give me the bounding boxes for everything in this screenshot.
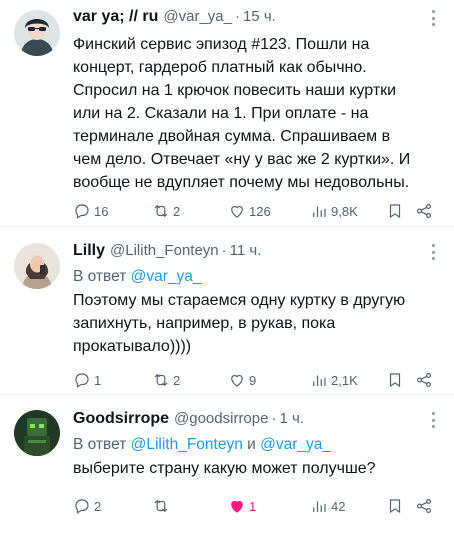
tweet-reply-lilly[interactable]: Lilly @Lilith_Fonteyn · 11 ч. В ответ @v… <box>0 226 454 394</box>
text-line: Поэтому мы стараемся одну куртку в другу… <box>73 292 406 309</box>
like-button[interactable]: 1 <box>228 496 256 516</box>
timestamp[interactable]: 15 ч. <box>243 8 276 25</box>
bookmark-button[interactable] <box>386 201 404 221</box>
author-handle[interactable]: @Lilith_Fonteyn <box>110 242 219 259</box>
text-line: Финский сервис эпизод #123. Пошли на <box>73 36 370 53</box>
reply-prefix: В ответ <box>73 436 127 453</box>
retweet-icon <box>154 373 168 387</box>
timestamp[interactable]: 1 ч. <box>279 410 304 427</box>
retweet-count: 2 <box>173 372 181 388</box>
reply-icon <box>75 204 89 219</box>
action-bar: 2 1 42 <box>73 496 439 516</box>
views-button[interactable]: 42 <box>310 496 345 516</box>
mention-link[interactable]: @var_ya_ <box>260 436 331 453</box>
views-count: 2,1K <box>331 372 358 388</box>
heart-icon <box>231 500 243 513</box>
text-line: чем дело. Отвечает «ну у вас же 2 куртки… <box>73 151 411 168</box>
like-count: 1 <box>249 498 257 514</box>
share-button[interactable] <box>415 370 433 390</box>
text-line: вообще не вдупляет почему мы недовольны. <box>73 174 410 191</box>
retweet-icon <box>154 204 168 218</box>
bookmark-button[interactable] <box>386 496 404 516</box>
share-button[interactable] <box>415 496 433 516</box>
tweet-text: выберите страну какую может получше? <box>73 457 440 480</box>
author-handle[interactable]: @var_ya_ <box>163 8 232 25</box>
text-line: терминале двойная сумма. Спрашиваем в <box>73 128 391 145</box>
tweet-main[interactable]: var ya; // ru @var_ya_ · 15 ч. Финский с… <box>0 0 454 222</box>
reply-icon <box>75 373 89 388</box>
reply-button[interactable]: 16 <box>73 201 108 221</box>
avatar-goodsirrope[interactable] <box>14 410 60 456</box>
like-count: 9 <box>249 372 257 388</box>
text-line: Спросил на 1 крючок повесить наши куртки <box>73 82 397 99</box>
tweet-text: Поэтому мы стараемся одну куртку в другу… <box>73 289 440 358</box>
reply-context: В ответ @Lilith_Fonteyn и @var_ya_ <box>73 434 440 456</box>
mention-link[interactable]: @var_ya_ <box>131 268 202 285</box>
tweet-text: Финский сервис эпизод #123. Пошли на кон… <box>73 33 440 194</box>
views-chart-icon <box>313 501 326 512</box>
bookmark-icon <box>389 499 401 514</box>
retweet-button[interactable] <box>152 496 173 516</box>
action-bar: 1 2 9 2,1K <box>73 370 439 390</box>
text-line: концерт, гардероб платный как обычно. <box>73 59 367 76</box>
more-options-icon[interactable] <box>432 412 436 428</box>
tweet-header: var ya; // ru @var_ya_ · 15 ч. <box>73 8 440 30</box>
bookmark-icon <box>389 204 401 219</box>
avatar-var-ya[interactable] <box>14 10 60 56</box>
text-line: запихнуть, например, в рукав, пока <box>73 315 336 332</box>
share-button[interactable] <box>415 201 433 221</box>
reply-count: 1 <box>94 372 102 388</box>
more-options-icon[interactable] <box>432 10 436 26</box>
separator-dot: · <box>221 242 227 259</box>
reply-count: 2 <box>94 498 102 514</box>
text-line: или на 2. Сказали на 1. При оплате - на <box>73 105 369 122</box>
reply-button[interactable]: 2 <box>73 496 101 516</box>
author-name[interactable]: Goodsirrope <box>73 410 169 428</box>
separator-dot: · <box>234 8 240 25</box>
tweet-reply-goodsirrope[interactable]: Goodsirrope @goodsirrope · 1 ч. В ответ … <box>0 394 454 534</box>
retweet-button[interactable]: 2 <box>152 201 180 221</box>
like-button[interactable]: 9 <box>228 370 256 390</box>
more-options-icon[interactable] <box>432 244 436 260</box>
text-line: выберите страну какую может получше? <box>73 460 376 477</box>
share-icon <box>417 373 431 387</box>
bookmark-button[interactable] <box>386 370 404 390</box>
tweet-header: Lilly @Lilith_Fonteyn · 11 ч. <box>73 242 440 264</box>
views-count: 42 <box>331 498 346 514</box>
views-count: 9,8K <box>331 203 358 219</box>
separator-dot: · <box>271 410 277 427</box>
reply-icon <box>75 499 89 514</box>
reply-button[interactable]: 1 <box>73 370 101 390</box>
retweet-button[interactable]: 2 <box>152 370 180 390</box>
heart-icon <box>231 205 243 218</box>
author-handle[interactable]: @goodsirrope <box>174 410 268 427</box>
share-icon <box>417 499 431 513</box>
retweet-count: 2 <box>173 203 181 219</box>
bookmark-icon <box>389 373 401 388</box>
avatar-lilly[interactable] <box>14 243 60 289</box>
views-chart-icon <box>313 375 326 386</box>
author-name[interactable]: Lilly <box>73 242 105 260</box>
heart-icon <box>231 374 243 387</box>
text-line: прокатывало)))) <box>73 338 192 355</box>
views-chart-icon <box>313 206 326 217</box>
like-count: 126 <box>249 203 271 219</box>
timestamp[interactable]: 11 ч. <box>230 242 262 259</box>
views-button[interactable]: 9,8K <box>310 201 358 221</box>
reply-prefix: В ответ <box>73 268 127 285</box>
views-button[interactable]: 2,1K <box>310 370 358 390</box>
action-bar: 16 2 126 9,8K <box>73 201 439 221</box>
mention-link[interactable]: @Lilith_Fonteyn <box>131 436 243 453</box>
reply-context: В ответ @var_ya_ <box>73 266 440 288</box>
like-button[interactable]: 126 <box>228 201 271 221</box>
reply-conjunction: и <box>247 436 256 453</box>
reply-count: 16 <box>94 203 109 219</box>
share-icon <box>417 204 431 218</box>
retweet-icon <box>154 499 168 513</box>
author-name[interactable]: var ya; // ru <box>73 8 158 26</box>
tweet-header: Goodsirrope @goodsirrope · 1 ч. <box>73 410 440 432</box>
